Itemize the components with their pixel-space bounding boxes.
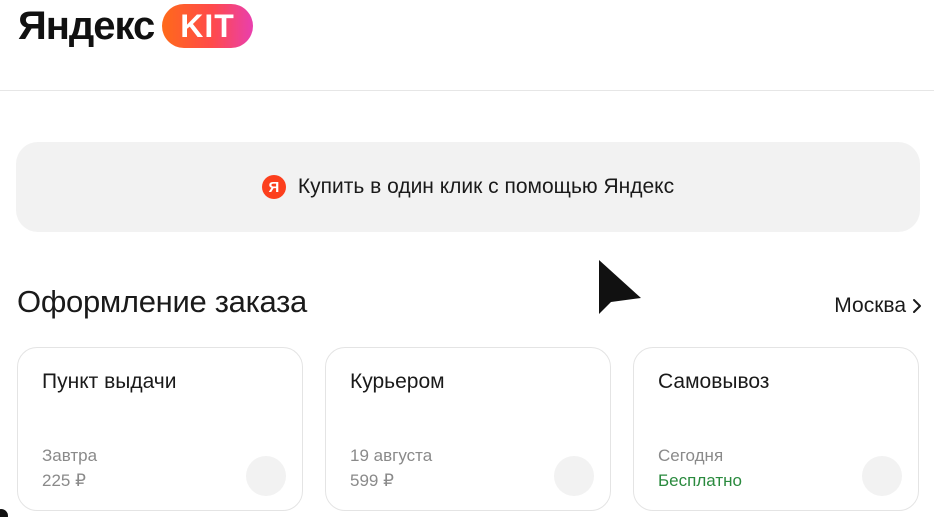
delivery-option-price: 225 ₽: [42, 471, 86, 490]
logo-word: Яндекс: [18, 4, 155, 48]
checkout-page: Яндекс KIT Я Купить в один клик с помощь…: [0, 0, 934, 517]
delivery-option-date: Завтра: [42, 446, 98, 465]
delivery-option-price: Бесплатно: [658, 471, 742, 490]
yandex-icon: Я: [261, 175, 286, 199]
radio-button[interactable]: [246, 456, 286, 496]
delivery-option-courier[interactable]: Курьером 19 августа 599 ₽: [325, 347, 611, 511]
chevron-right-icon: [913, 299, 921, 313]
delivery-option-date: Сегодня: [658, 446, 724, 465]
one-click-buy-button[interactable]: Я Купить в один клик с помощью Яндекс: [16, 142, 920, 232]
page-title: Оформление заказа: [17, 284, 307, 319]
mouse-cursor-icon: [599, 260, 641, 314]
delivery-option-date: 19 августа: [350, 446, 433, 465]
delivery-option-price: 599 ₽: [350, 471, 394, 490]
delivery-options: Пункт выдачи Завтра 225 ₽ Курьером 19 ав…: [17, 347, 921, 513]
corner-artifact: [0, 509, 8, 517]
logo-badge: KIT: [162, 4, 253, 48]
city-label: Москва: [834, 294, 906, 317]
delivery-option-title: Самовывоз: [658, 370, 770, 393]
delivery-option-pickup-point[interactable]: Пункт выдачи Завтра 225 ₽: [17, 347, 303, 511]
yandex-kit-logo[interactable]: Яндекс KIT: [18, 4, 253, 48]
delivery-option-title: Курьером: [350, 370, 445, 393]
city-selector[interactable]: Москва: [834, 294, 922, 318]
header: Яндекс KIT: [0, 0, 934, 91]
radio-button[interactable]: [554, 456, 594, 496]
one-click-buy-label: Купить в один клик с помощью Яндекс: [297, 175, 675, 198]
delivery-option-title: Пункт выдачи: [42, 370, 177, 393]
radio-button[interactable]: [862, 456, 902, 496]
delivery-option-self-pickup[interactable]: Самовывоз Сегодня Бесплатно: [633, 347, 919, 511]
